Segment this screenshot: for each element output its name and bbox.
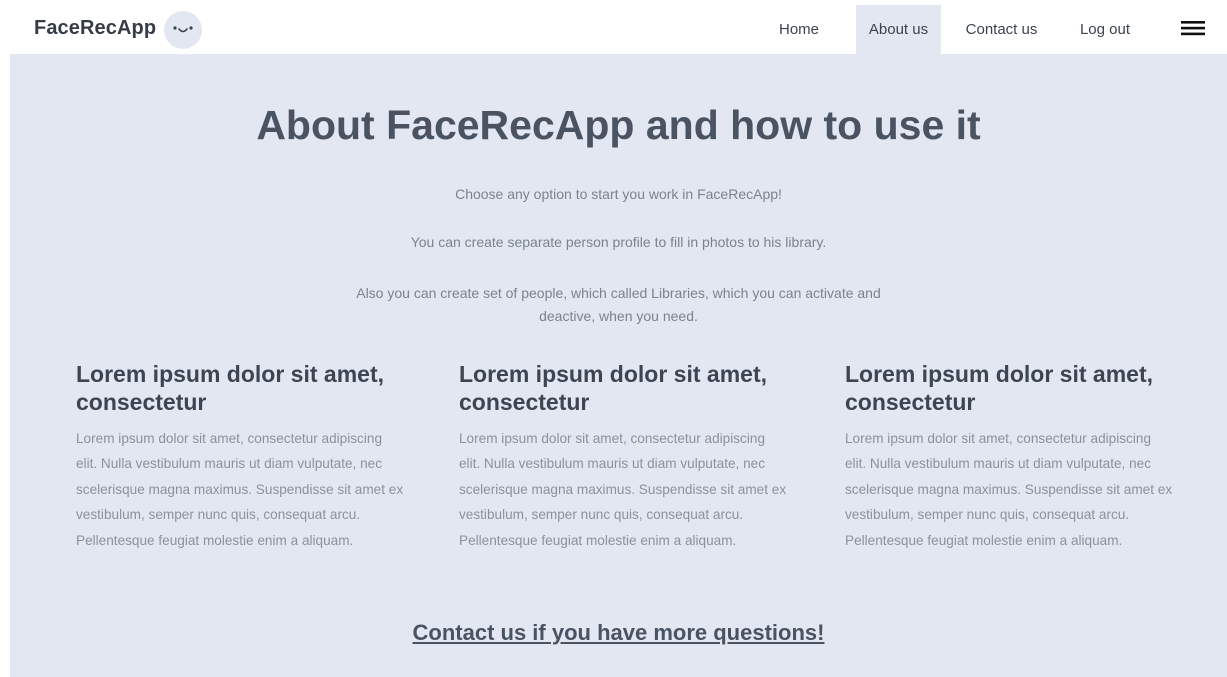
nav-home-link[interactable]: Home: [767, 5, 831, 54]
nav-log-out-link[interactable]: Log out: [1069, 5, 1141, 54]
contact-us-link[interactable]: Contact us if you have more questions!: [413, 620, 825, 645]
feature-column-2: Lorem ipsum dolor sit amet, consectetur …: [459, 360, 789, 553]
intro-paragraph-1: Choose any option to start you work in F…: [455, 186, 782, 202]
feature-heading: Lorem ipsum dolor sit amet, consectetur: [845, 361, 1153, 415]
hamburger-menu-icon[interactable]: [1180, 19, 1206, 37]
intro-paragraph-2: You can create separate person profile t…: [410, 234, 827, 250]
top-navbar: FaceRecApp Home About us Contact us Log …: [0, 0, 1227, 54]
feature-column-3: Lorem ipsum dolor sit amet, consectetur …: [845, 360, 1175, 553]
feature-heading: Lorem ipsum dolor sit amet, consectetur: [76, 361, 384, 415]
nav-contact-us-link[interactable]: Contact us: [955, 5, 1048, 54]
smiley-face-icon[interactable]: [164, 11, 202, 49]
feature-body: Lorem ipsum dolor sit amet, consectetur …: [76, 431, 404, 548]
page-title: About FaceRecApp and how to use it: [256, 102, 981, 148]
intro-paragraph-3: Also you can create set of people, which…: [10, 282, 1227, 328]
feature-heading: Lorem ipsum dolor sit amet, consectetur: [459, 361, 767, 415]
contact-link-wrapper: Contact us if you have more questions!: [10, 620, 1227, 646]
brand-name[interactable]: FaceRecApp: [34, 17, 156, 40]
nav-about-us-link[interactable]: About us: [856, 5, 941, 54]
about-content: About FaceRecApp and how to use it Choos…: [10, 54, 1227, 677]
intro-paragraph-3-text: Also you can create set of people, which…: [356, 285, 881, 324]
feature-body: Lorem ipsum dolor sit amet, consectetur …: [845, 431, 1173, 548]
feature-body: Lorem ipsum dolor sit amet, consectetur …: [459, 431, 787, 548]
feature-column-1: Lorem ipsum dolor sit amet, consectetur …: [76, 360, 406, 553]
